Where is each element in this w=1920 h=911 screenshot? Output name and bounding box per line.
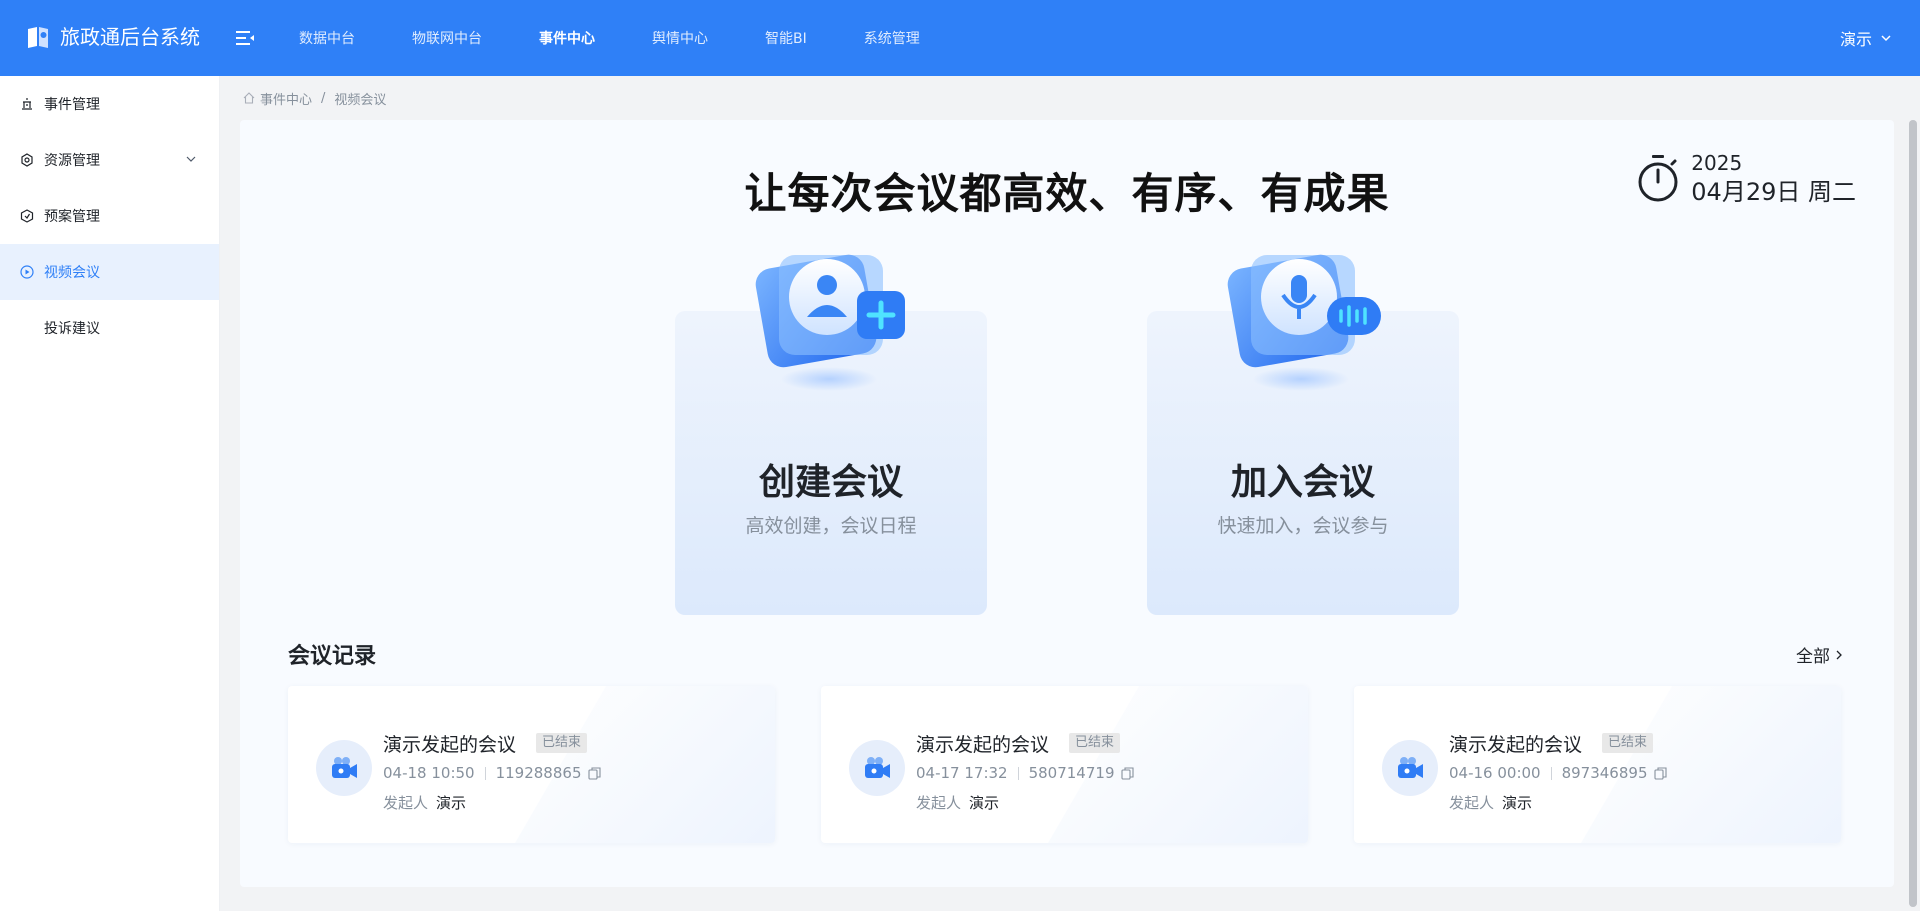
- scrollbar-thumb[interactable]: [1909, 120, 1917, 907]
- meeting-time: 04-18 10:50: [383, 764, 475, 782]
- host-name: 演示: [1502, 794, 1533, 812]
- menu-toggle-icon[interactable]: [234, 27, 256, 49]
- avatar: [849, 740, 905, 796]
- copy-icon[interactable]: [1653, 766, 1667, 780]
- create-meeting-icon: [755, 254, 905, 391]
- top-bar: 旅政通后台系统 数据中台 物联网中台 事件中心 舆情中心 智能BI 系统管理 演…: [0, 0, 1920, 76]
- status-badge: 已结束: [1069, 733, 1121, 753]
- video-camera-icon: [332, 757, 357, 778]
- meeting-host: 发起人 演示: [1449, 792, 1532, 813]
- divider: [484, 766, 486, 780]
- host-name: 演示: [436, 794, 467, 812]
- app-logo[interactable]: 旅政通后台系统: [24, 23, 200, 51]
- chevron-right-icon: [1836, 650, 1842, 659]
- meeting-title: 演示发起的会议: [1449, 734, 1583, 756]
- breadcrumb-home[interactable]: 事件中心: [260, 89, 312, 108]
- meeting-meta: 04-17 17:32 580714719: [916, 764, 1134, 782]
- create-meeting-subtitle: 高效创建，会议日程: [745, 515, 917, 537]
- join-meeting-icon: [1227, 254, 1381, 391]
- join-meeting-card[interactable]: 加入会议 快速加入，会议参与: [1147, 254, 1459, 615]
- meeting-title: 演示发起的会议: [916, 734, 1050, 756]
- nav-item-event-center[interactable]: 事件中心: [539, 28, 595, 48]
- sidebar-item-plan-management[interactable]: 预案管理: [0, 188, 219, 244]
- divider: [1550, 766, 1552, 780]
- meeting-host: 发起人 演示: [383, 792, 466, 813]
- breadcrumb-current: 视频会议: [334, 92, 387, 108]
- video-camera-icon: [865, 757, 890, 778]
- plan-icon: [20, 209, 34, 223]
- sidebar-item-label: 视频会议: [44, 265, 100, 281]
- breadcrumb-separator: /: [321, 90, 326, 106]
- user-name: 演示: [1839, 30, 1872, 49]
- stopwatch-icon: [1638, 155, 1678, 202]
- date-display: 2025 04月29日 周二: [1635, 150, 1856, 208]
- nav-item-data-platform[interactable]: 数据中台: [299, 28, 355, 48]
- nav-item-smart-bi[interactable]: 智能BI: [765, 28, 807, 48]
- meeting-meta: 04-18 10:50 119288865: [383, 764, 601, 782]
- records-title: 会议记录: [288, 644, 377, 669]
- breadcrumb: 事件中心 / 视频会议: [242, 88, 386, 108]
- status-badge: 已结束: [1602, 733, 1654, 753]
- host-label: 发起人: [1449, 794, 1495, 812]
- records-all-label: 全部: [1796, 647, 1830, 667]
- sidebar-item-label: 预案管理: [44, 209, 100, 225]
- main-nav: 数据中台 物联网中台 事件中心 舆情中心 智能BI 系统管理: [270, 0, 920, 76]
- sidebar: 事件管理 资源管理 预案管理 视频会议 投诉建议: [0, 76, 220, 911]
- divider: [1017, 766, 1019, 780]
- avatar: [316, 740, 372, 796]
- host-name: 演示: [969, 794, 1000, 812]
- meeting-id: 119288865: [495, 764, 582, 782]
- vertical-scrollbar[interactable]: [1909, 120, 1917, 907]
- sidebar-item-complaint-suggestion[interactable]: 投诉建议: [0, 300, 219, 356]
- meeting-id: 580714719: [1028, 764, 1115, 782]
- sidebar-item-label: 事件管理: [44, 97, 100, 113]
- copy-icon[interactable]: [1120, 766, 1134, 780]
- avatar: [1382, 740, 1438, 796]
- date-day: 04月29日 周二: [1691, 178, 1856, 206]
- resource-icon: [21, 153, 33, 167]
- sidebar-item-event-management[interactable]: 事件管理: [0, 76, 219, 132]
- records-all-link[interactable]: 全部: [1796, 642, 1844, 667]
- meeting-time: 04-16 00:00: [1449, 764, 1541, 782]
- chevron-down-icon: [186, 156, 196, 162]
- sidebar-item-label: 资源管理: [44, 153, 100, 169]
- event-icon: [22, 98, 32, 110]
- sidebar-item-label: 投诉建议: [44, 321, 100, 337]
- status-badge: 已结束: [536, 733, 588, 753]
- book-logo-icon: [28, 27, 48, 48]
- create-meeting-title: 创建会议: [758, 462, 903, 503]
- host-label: 发起人: [916, 794, 962, 812]
- meeting-title: 演示发起的会议: [383, 734, 517, 756]
- date-year: 2025: [1691, 151, 1743, 175]
- sidebar-item-video-meeting[interactable]: 视频会议: [0, 244, 219, 300]
- join-meeting-subtitle: 快速加入，会议参与: [1217, 515, 1389, 537]
- home-icon: [243, 92, 255, 104]
- meeting-meta: 04-16 00:00 897346895: [1449, 764, 1667, 782]
- user-menu[interactable]: 演示: [1840, 26, 1892, 50]
- meeting-record-card[interactable]: 演示发起的会议 已结束 04-17 17:32 580714719 发起人 演示: [821, 686, 1308, 843]
- host-label: 发起人: [383, 794, 429, 812]
- copy-icon[interactable]: [587, 766, 601, 780]
- nav-item-system-management[interactable]: 系统管理: [864, 28, 920, 48]
- nav-item-iot-platform[interactable]: 物联网中台: [412, 28, 482, 48]
- chevron-down-icon: [1881, 35, 1891, 42]
- meeting-host: 发起人 演示: [916, 792, 999, 813]
- video-meeting-icon: [20, 265, 34, 279]
- video-camera-icon: [1398, 757, 1423, 778]
- main-panel: 让每次会议都高效、有序、有成果 2025 04月29日 周二 创建会议 高效创建…: [240, 120, 1894, 887]
- meeting-time: 04-17 17:32: [916, 764, 1008, 782]
- meeting-record-card[interactable]: 演示发起的会议 已结束 04-18 10:50 119288865 发起人 演示: [288, 686, 775, 843]
- sidebar-item-resource-management[interactable]: 资源管理: [0, 132, 219, 188]
- app-title: 旅政通后台系统: [60, 25, 200, 49]
- create-meeting-card[interactable]: 创建会议 高效创建，会议日程: [675, 254, 987, 615]
- meeting-id: 897346895: [1561, 764, 1648, 782]
- nav-item-opinion-center[interactable]: 舆情中心: [652, 28, 708, 48]
- join-meeting-title: 加入会议: [1230, 462, 1375, 503]
- meeting-record-card[interactable]: 演示发起的会议 已结束 04-16 00:00 897346895 发起人 演示: [1354, 686, 1841, 843]
